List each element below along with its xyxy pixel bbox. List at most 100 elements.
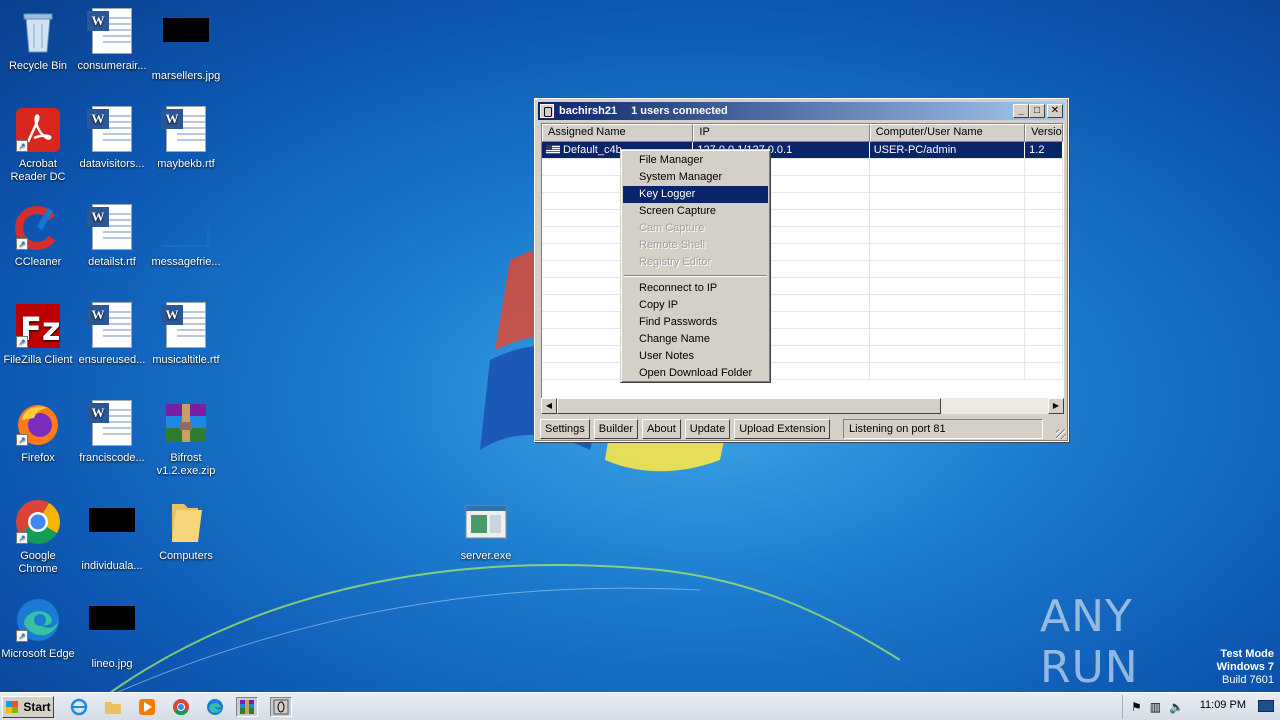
bifrost-window[interactable]: bachirsh21 1 users connected _ □ ✕ Assig… [534,98,1069,442]
action-center-flag-icon[interactable]: ⚑ [1131,700,1142,714]
menu-item-change-name[interactable]: Change Name [623,331,768,348]
scroll-thumb[interactable] [557,398,941,414]
test-mode-label: Test Mode [1220,648,1274,660]
edge-icon: ↗ [14,596,62,644]
show-desktop-icon[interactable] [1258,700,1274,712]
menu-item-system-manager[interactable]: System Manager [623,169,768,186]
column-header-assigned-name[interactable]: Assigned Name [542,124,694,142]
column-header-computer-user[interactable]: Computer/User Name [869,124,1026,142]
desktop-icon-messagefrie[interactable]: messagefrie... [148,204,224,269]
desktop-icon-firefox[interactable]: ↗ Firefox [0,400,76,465]
test-mode-watermark: Test Mode Windows 7 Build 7601 [1217,648,1274,687]
menu-item-key-logger[interactable]: Key Logger [623,186,768,203]
menu-item-open-download-folder[interactable]: Open Download Folder [623,365,768,382]
desktop-icon-marsellers[interactable]: marsellers.jpg [148,8,224,83]
scroll-track[interactable] [941,398,1048,414]
desktop-icon-consumerair[interactable]: W consumerair... [74,8,150,73]
resize-grip[interactable] [1056,429,1066,439]
icon-label: Acrobat Reader DC [10,158,66,183]
winrar-taskbar-icon[interactable] [236,697,258,717]
desktop-icon-computers-folder[interactable]: Computers [148,498,224,563]
update-button[interactable]: Update [684,419,731,439]
winrar-archive-icon [162,400,210,448]
anyrun-watermark: ANY RUN [1040,591,1240,693]
desktop-icon-chrome[interactable]: ↗ Google Chrome [0,498,76,576]
word-document-icon: W [87,302,136,350]
app-icon [540,104,554,118]
os-label: Windows 7 [1216,661,1274,673]
shortcut-arrow-icon: ↗ [16,140,28,152]
build-label: Build 7601 [1222,674,1274,686]
icon-label: server.exe [460,550,512,562]
close-button[interactable]: ✕ [1047,104,1063,118]
desktop-icon-server-exe[interactable]: server.exe [448,498,524,563]
menu-item-file-manager[interactable]: File Manager [623,152,768,169]
column-header-ip[interactable]: IP [693,124,870,142]
word-document-icon: W [161,302,210,350]
volume-icon[interactable]: 🔈 [1169,700,1184,714]
image-thumbnail-icon [88,606,136,654]
settings-button[interactable]: Settings [540,419,590,439]
word-document-icon: W [87,204,136,252]
icon-label: Firefox [21,452,55,464]
menu-item-copy-ip[interactable]: Copy IP [623,297,768,314]
icon-label: franciscode... [79,452,145,464]
horizontal-scrollbar[interactable]: ◀ ▶ [541,398,1064,414]
minimize-button[interactable]: _ [1013,104,1029,118]
icon-label: musicaltitle.rtf [152,354,220,366]
desktop-icon-filezilla[interactable]: Fz ↗ FileZilla Client [0,302,76,367]
word-document-icon: W [87,8,136,56]
edge-taskbar-icon[interactable] [204,697,226,717]
desktop-icon-maybekb[interactable]: W maybekb.rtf [148,106,224,171]
cell-assigned-name-text: Default_c4b [563,144,622,156]
media-player-icon[interactable] [136,697,158,717]
desktop-icon-lineo[interactable]: lineo.jpg [74,596,150,671]
folder-icon [162,498,210,546]
upload-extension-button[interactable]: Upload Extension [734,419,831,439]
icon-label: individuala... [81,560,143,572]
connected-count: 1 users connected [631,105,728,117]
bifrost-taskbar-icon[interactable] [270,697,292,717]
menu-item-user-notes[interactable]: User Notes [623,348,768,365]
desktop-icon-musicaltitle[interactable]: W musicaltitle.rtf [148,302,224,367]
icon-label: consumerair... [77,60,147,72]
menu-item-screen-capture[interactable]: Screen Capture [623,203,768,220]
desktop-icon-recycle-bin[interactable]: Recycle Bin [0,8,76,73]
desktop-icon-datavisitors[interactable]: W datavisitors... [74,106,150,171]
icon-label: lineo.jpg [91,658,133,670]
bottom-toolbar: Settings Builder About Update Upload Ext… [540,419,831,439]
about-button[interactable]: About [642,419,681,439]
shortcut-arrow-icon: ↗ [16,532,28,544]
icon-label: Google Chrome [18,550,58,575]
acrobat-icon: ↗ [14,106,62,154]
maximize-button[interactable]: □ [1029,104,1045,118]
desktop-icon-individuala[interactable]: individuala... [74,498,150,573]
builder-button[interactable]: Builder [593,419,638,439]
column-header-version[interactable]: Versio [1025,124,1063,142]
desktop-icon-franciscode[interactable]: W franciscode... [74,400,150,465]
desktop-icon-acrobat[interactable]: ↗ Acrobat Reader DC [0,106,76,184]
anyrun-brand: ANY RUN [1040,591,1139,693]
word-document-icon: W [87,400,136,448]
scroll-left-button[interactable]: ◀ [541,398,557,414]
desktop-icon-ensureused[interactable]: W ensureused... [74,302,150,367]
menu-item-reconnect-to-ip[interactable]: Reconnect to IP [623,280,768,297]
cell-version: 1.2 [1025,142,1063,158]
desktop-icon-ccleaner[interactable]: ↗ CCleaner [0,204,76,269]
scroll-right-button[interactable]: ▶ [1048,398,1064,414]
desktop-icon-detailst[interactable]: W detailst.rtf [74,204,150,269]
desktop-icon-bifrost-zip[interactable]: Bifrost v1.2.exe.zip [148,400,224,478]
icon-label: maybekb.rtf [157,158,215,170]
clock[interactable]: 11:09 PM [1200,699,1246,711]
window-titlebar[interactable]: bachirsh21 1 users connected _ □ ✕ [538,102,1065,120]
context-menu[interactable]: File Manager System Manager Key Logger S… [620,149,771,383]
explorer-folder-icon[interactable] [102,697,124,717]
network-icon[interactable]: ▥ [1150,700,1161,714]
start-button[interactable]: Start [2,696,54,718]
icon-label: detailst.rtf [88,256,136,268]
icon-label: Computers [159,550,213,562]
chrome-taskbar-icon[interactable] [170,697,192,717]
menu-item-find-passwords[interactable]: Find Passwords [623,314,768,331]
ie-icon[interactable] [68,697,90,717]
desktop-icon-edge[interactable]: ↗ Microsoft Edge [0,596,76,661]
